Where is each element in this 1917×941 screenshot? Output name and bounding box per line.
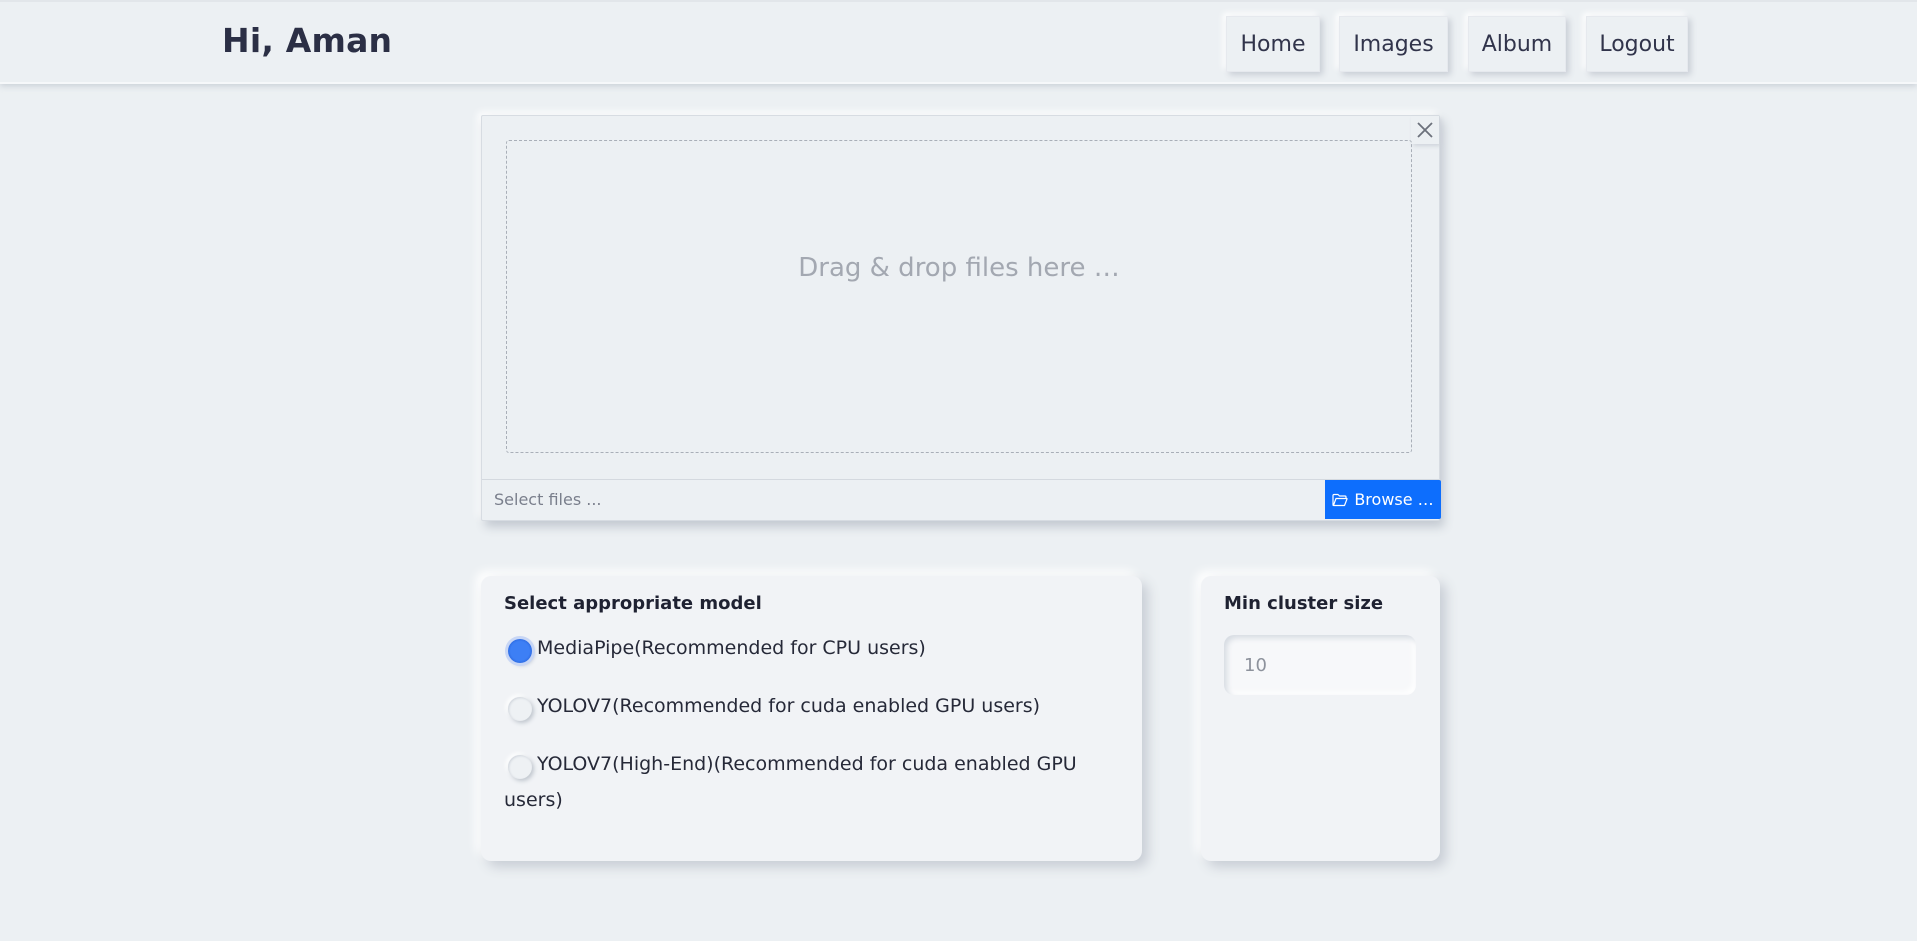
close-icon bbox=[1417, 122, 1433, 138]
browse-label: Browse … bbox=[1354, 490, 1434, 509]
cluster-card-title: Min cluster size bbox=[1224, 593, 1384, 614]
close-button[interactable] bbox=[1411, 116, 1439, 144]
nav-album-button[interactable]: Album bbox=[1468, 16, 1566, 72]
file-select-bar: Select files ... Browse … bbox=[482, 479, 1441, 519]
navbar: Hi, Aman Home Images Album Logout bbox=[0, 0, 1917, 84]
browse-button[interactable]: Browse … bbox=[1325, 480, 1441, 519]
model-option-label: YOLOV7(Recommended for cuda enabled GPU … bbox=[537, 695, 1041, 717]
nav-images-button[interactable]: Images bbox=[1339, 16, 1448, 72]
model-option-label: MediaPipe(Recommended for CPU users) bbox=[537, 637, 926, 659]
model-option-yolov7[interactable]: YOLOV7(Recommended for cuda enabled GPU … bbox=[504, 688, 1119, 724]
model-select-card: Select appropriate model MediaPipe(Recom… bbox=[481, 576, 1142, 861]
min-cluster-size-input[interactable] bbox=[1224, 635, 1416, 695]
model-option-mediapipe[interactable]: MediaPipe(Recommended for CPU users) bbox=[504, 630, 1119, 666]
model-card-title: Select appropriate model bbox=[504, 593, 762, 614]
model-option-yolov7-high-end[interactable]: YOLOV7(High-End)(Recommended for cuda en… bbox=[504, 746, 1119, 818]
folder-open-icon bbox=[1332, 493, 1348, 506]
cluster-size-card: Min cluster size bbox=[1201, 576, 1440, 861]
radio-yolov7[interactable] bbox=[508, 697, 532, 721]
greeting-title: Hi, Aman bbox=[222, 21, 393, 60]
drop-zone-text: Drag & drop files here … bbox=[798, 252, 1120, 283]
nav-logout-button[interactable]: Logout bbox=[1586, 16, 1688, 72]
model-option-label: YOLOV7(High-End)(Recommended for cuda en… bbox=[504, 753, 1077, 811]
nav-home-button[interactable]: Home bbox=[1226, 16, 1320, 72]
file-upload-card: Drag & drop files here … Select files ..… bbox=[481, 115, 1441, 521]
file-select-input[interactable]: Select files ... bbox=[482, 480, 1325, 518]
radio-mediapipe[interactable] bbox=[508, 639, 532, 663]
drop-zone[interactable]: Drag & drop files here … bbox=[506, 140, 1412, 453]
radio-yolov7-high-end[interactable] bbox=[508, 755, 532, 779]
